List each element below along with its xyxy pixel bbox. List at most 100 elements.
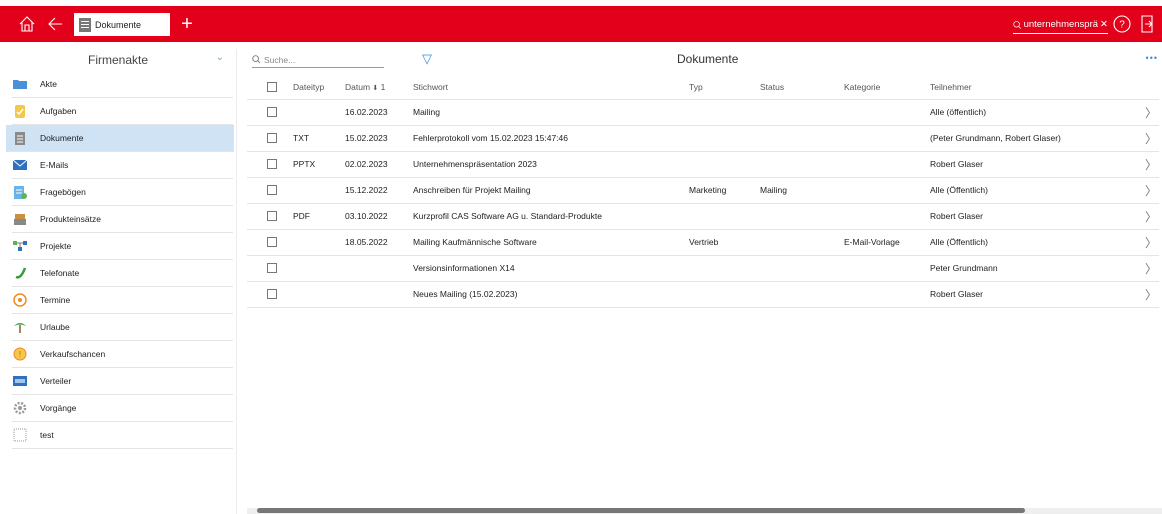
sidebar-item-test[interactable]: test	[12, 422, 233, 449]
chevron-right-icon[interactable]: 〉	[1145, 262, 1157, 276]
sidebar-item-projekte[interactable]: Projekte	[12, 233, 233, 260]
chevron-right-icon[interactable]: 〉	[1145, 158, 1157, 172]
cell-type: PDF	[293, 203, 345, 230]
row-checkbox[interactable]	[267, 107, 277, 118]
table-row[interactable]: PPTX 02.02.2023 Unternehmenspräsentation 2…	[247, 151, 1159, 178]
table-row[interactable]: 18.05.2022 Mailing Kaufmännische Software…	[247, 229, 1159, 256]
filter-icon[interactable]: ▽	[422, 51, 432, 67]
row-checkbox[interactable]	[267, 237, 277, 248]
row-checkbox[interactable]	[267, 211, 277, 222]
sidebar-item-label: Verkaufschancen	[40, 349, 106, 359]
back-arrow-icon[interactable]	[44, 6, 66, 42]
column-datum[interactable]: Datum ⬇ 1	[345, 75, 413, 100]
cell-status: Mailing	[760, 177, 844, 204]
document-list: Suche... ▽ Dokumente ••• Dateityp Datum …	[247, 49, 1162, 514]
sidebar-item-termine[interactable]: Termine	[12, 287, 233, 314]
row-checkbox[interactable]	[267, 185, 277, 196]
cell-status	[760, 203, 844, 230]
cell-status	[760, 229, 844, 256]
chevron-right-icon[interactable]: 〉	[1145, 288, 1157, 302]
sidebar-item-frageb-gen[interactable]: Fragebögen	[12, 179, 233, 206]
column-typ[interactable]: Typ	[689, 75, 760, 100]
chevron-down-icon[interactable]: ⌄	[216, 52, 224, 63]
global-search[interactable]: unternehmensprä ✕	[1013, 16, 1108, 34]
cell-category	[844, 203, 930, 230]
sidebar-item-label: Verteiler	[40, 376, 72, 386]
row-checkbox[interactable]	[267, 159, 277, 170]
chevron-right-icon[interactable]: 〉	[1145, 184, 1157, 198]
search-input[interactable]: Suche...	[252, 52, 384, 68]
column-status[interactable]: Status	[760, 75, 844, 100]
sidebar-item-aufgaben[interactable]: Aufgaben	[12, 98, 233, 125]
sort-down-icon: ⬇	[372, 84, 379, 92]
logout-icon[interactable]	[1137, 6, 1157, 42]
document-icon	[12, 130, 28, 146]
chevron-right-icon[interactable]: 〉	[1145, 236, 1157, 250]
cell-participants: Peter Grundmann	[930, 255, 1140, 282]
plus-icon[interactable]: +	[178, 6, 196, 42]
horizontal-scrollbar[interactable]	[257, 508, 1025, 513]
more-icon[interactable]: •••	[1146, 53, 1158, 63]
cell-date: 15.02.2023	[345, 125, 413, 152]
chevron-right-icon[interactable]: 〉	[1145, 132, 1157, 146]
sidebar-item-label: Termine	[40, 295, 71, 305]
cell-date	[345, 281, 413, 308]
table-row[interactable]: Neues Mailing (15.02.2023) Robert Glaser 〉	[247, 281, 1159, 308]
cell-status	[760, 151, 844, 178]
sidebar-item-label: Vorgänge	[40, 403, 77, 413]
cell-typ: Vertrieb	[689, 229, 760, 256]
cell-date: 15.12.2022	[345, 177, 413, 204]
sidebar-item-e-mails[interactable]: E-Mails	[12, 152, 233, 179]
table-row[interactable]: PDF 03.10.2022 Kurzprofil CAS Software AG …	[247, 203, 1159, 230]
row-checkbox[interactable]	[267, 289, 277, 300]
phone-icon	[12, 265, 28, 281]
cell-category	[844, 125, 930, 152]
sidebar: Firmenakte ⌄ Akte Aufgaben Dokumente E-Mail…	[0, 49, 237, 514]
distribution-icon	[12, 373, 28, 389]
sidebar-item-dokumente[interactable]: Dokumente	[6, 125, 234, 152]
cell-typ	[689, 99, 760, 126]
sidebar-item-verteiler[interactable]: Verteiler	[12, 368, 233, 395]
chevron-right-icon[interactable]: 〉	[1145, 106, 1157, 120]
cell-type	[293, 99, 345, 126]
cell-keyword: Unternehmenspräsentation 2023	[413, 151, 689, 178]
column-kategorie[interactable]: Kategorie	[844, 75, 930, 100]
appointment-icon	[12, 292, 28, 308]
select-all-checkbox[interactable]	[267, 82, 277, 93]
sidebar-item-urlaube[interactable]: Urlaube	[12, 314, 233, 341]
column-stichwort[interactable]: Stichwort	[413, 75, 689, 100]
sidebar-title[interactable]: Firmenakte ⌄	[0, 49, 236, 71]
svg-text:!: !	[19, 350, 21, 359]
cell-participants: Robert Glaser	[930, 281, 1140, 308]
sidebar-item-telefonate[interactable]: Telefonate	[12, 260, 233, 287]
sidebar-item-produkteins-tze[interactable]: Produkteinsätze	[12, 206, 233, 233]
sidebar-item-label: Projekte	[40, 241, 72, 251]
home-icon[interactable]	[16, 6, 38, 42]
product-icon	[12, 211, 28, 227]
sidebar-item-label: Dokumente	[40, 133, 84, 143]
table-row[interactable]: 16.02.2023 Mailing Alle (öffentlich) 〉	[247, 99, 1159, 126]
help-icon[interactable]: ?	[1111, 6, 1133, 42]
document-icon	[79, 17, 91, 32]
cell-date: 18.05.2022	[345, 229, 413, 256]
column-teilnehmer[interactable]: Teilnehmer	[930, 75, 1140, 100]
tab-dokumente[interactable]: Dokumente	[74, 13, 170, 36]
row-checkbox[interactable]	[267, 263, 277, 274]
table-row[interactable]: Versionsinformationen X14 Peter Grundmann…	[247, 255, 1159, 282]
column-dateityp[interactable]: Dateityp	[293, 75, 345, 100]
sidebar-item-label: Produkteinsätze	[40, 214, 101, 224]
row-checkbox[interactable]	[267, 133, 277, 144]
sidebar-item-vorg-nge[interactable]: Vorgänge	[12, 395, 233, 422]
sidebar-item-akte[interactable]: Akte	[12, 71, 233, 98]
chevron-right-icon[interactable]: 〉	[1145, 210, 1157, 224]
cell-date: 02.02.2023	[345, 151, 413, 178]
cell-participants: Alle (öffentlich)	[930, 99, 1140, 126]
cell-keyword: Mailing	[413, 99, 689, 126]
cell-keyword: Neues Mailing (15.02.2023)	[413, 281, 689, 308]
clear-icon[interactable]: ✕	[1100, 19, 1108, 30]
table-row[interactable]: TXT 15.02.2023 Fehlerprotokoll vom 15.02.2…	[247, 125, 1159, 152]
search-icon	[1013, 20, 1022, 29]
cell-category	[844, 99, 930, 126]
sidebar-item-verkaufschancen[interactable]: ! Verkaufschancen	[12, 341, 233, 368]
table-row[interactable]: 15.12.2022 Anschreiben für Projekt Mailin…	[247, 177, 1159, 204]
